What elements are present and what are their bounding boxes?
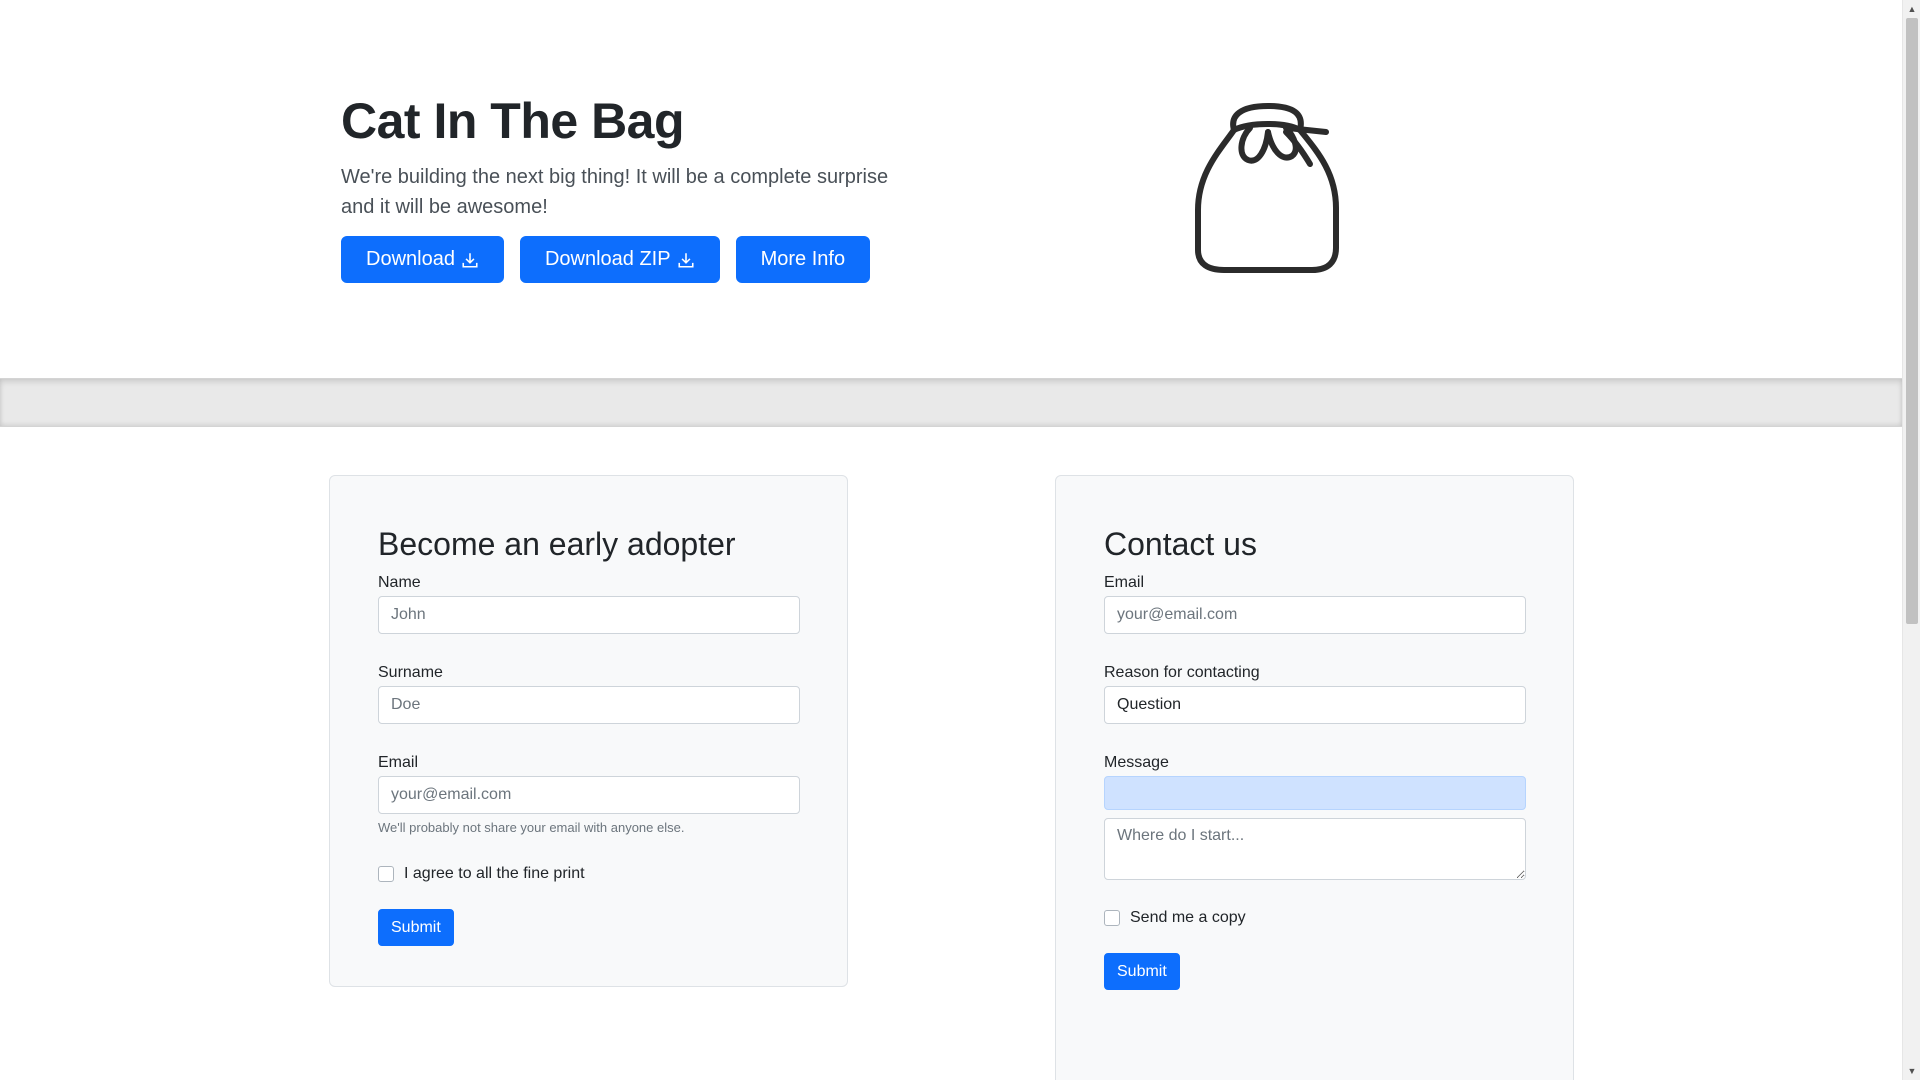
reason-label: Reason for contacting xyxy=(1104,664,1260,681)
section-divider xyxy=(0,378,1902,427)
download-zip-button-label: Download ZIP xyxy=(544,248,671,270)
reason-select[interactable]: Question xyxy=(1104,686,1526,724)
more-info-button-label: More Info xyxy=(760,248,846,270)
page-title: Cat In The Bag xyxy=(341,93,685,149)
contact-email-label: Email xyxy=(1104,574,1145,591)
download-button-label: Download xyxy=(366,248,455,270)
contact-email-input[interactable] xyxy=(1104,596,1526,634)
email-input[interactable] xyxy=(378,776,800,814)
message-highlight-bar xyxy=(1104,776,1526,810)
more-info-button[interactable]: More Info xyxy=(735,236,871,283)
name-field-group: Name xyxy=(378,574,800,634)
contact-submit-button[interactable]: Submit xyxy=(1104,953,1180,990)
scrollbar-thumb[interactable] xyxy=(1906,18,1918,624)
early-adopter-form: Become an early adopter Name Surname Ema… xyxy=(329,475,848,987)
surname-label: Surname xyxy=(378,664,443,681)
download-icon xyxy=(678,252,694,268)
vertical-scrollbar[interactable]: ▲ ▼ xyxy=(1902,0,1920,1080)
page: Cat In The Bag We're building the next b… xyxy=(0,0,1902,1080)
agree-checkbox-row: I agree to all the fine print xyxy=(378,865,799,883)
contact-form: Contact us Email Reason for contacting Q… xyxy=(1055,475,1574,1080)
hero-button-group: Download Download ZIP More Info xyxy=(341,236,871,283)
agree-label: I agree to all the fine print xyxy=(404,865,585,882)
hero-section: Cat In The Bag We're building the next b… xyxy=(0,0,1902,378)
reason-field-group: Reason for contacting Question xyxy=(1104,664,1526,724)
copy-label: Send me a copy xyxy=(1130,909,1246,926)
bag-icon xyxy=(1195,103,1339,273)
hero-lead-text: We're building the next big thing! It wi… xyxy=(341,166,889,218)
download-button[interactable]: Download xyxy=(341,236,504,283)
agree-checkbox[interactable] xyxy=(378,866,394,882)
early-adopter-title: Become an early adopter xyxy=(378,526,736,562)
surname-input[interactable] xyxy=(378,686,800,724)
message-label: Message xyxy=(1104,754,1169,771)
name-input[interactable] xyxy=(378,596,800,634)
surname-field-group: Surname xyxy=(378,664,800,724)
scroll-up-arrow-icon[interactable]: ▲ xyxy=(1903,0,1920,18)
email-help-text: We'll probably not share your email with… xyxy=(378,820,685,835)
copy-checkbox-row: Send me a copy xyxy=(1104,909,1525,927)
contact-email-field-group: Email xyxy=(1104,574,1526,634)
download-icon xyxy=(462,252,478,268)
early-adopter-submit-button[interactable]: Submit xyxy=(378,909,454,946)
name-label: Name xyxy=(378,574,421,591)
message-field-group: Message xyxy=(1104,754,1526,885)
contact-title: Contact us xyxy=(1104,526,1257,562)
message-textarea[interactable] xyxy=(1104,818,1526,880)
scroll-down-arrow-icon[interactable]: ▼ xyxy=(1903,1062,1920,1080)
copy-checkbox[interactable] xyxy=(1104,910,1120,926)
download-zip-button[interactable]: Download ZIP xyxy=(519,236,720,283)
email-label: Email xyxy=(378,754,419,771)
email-field-group: Email xyxy=(378,754,800,814)
